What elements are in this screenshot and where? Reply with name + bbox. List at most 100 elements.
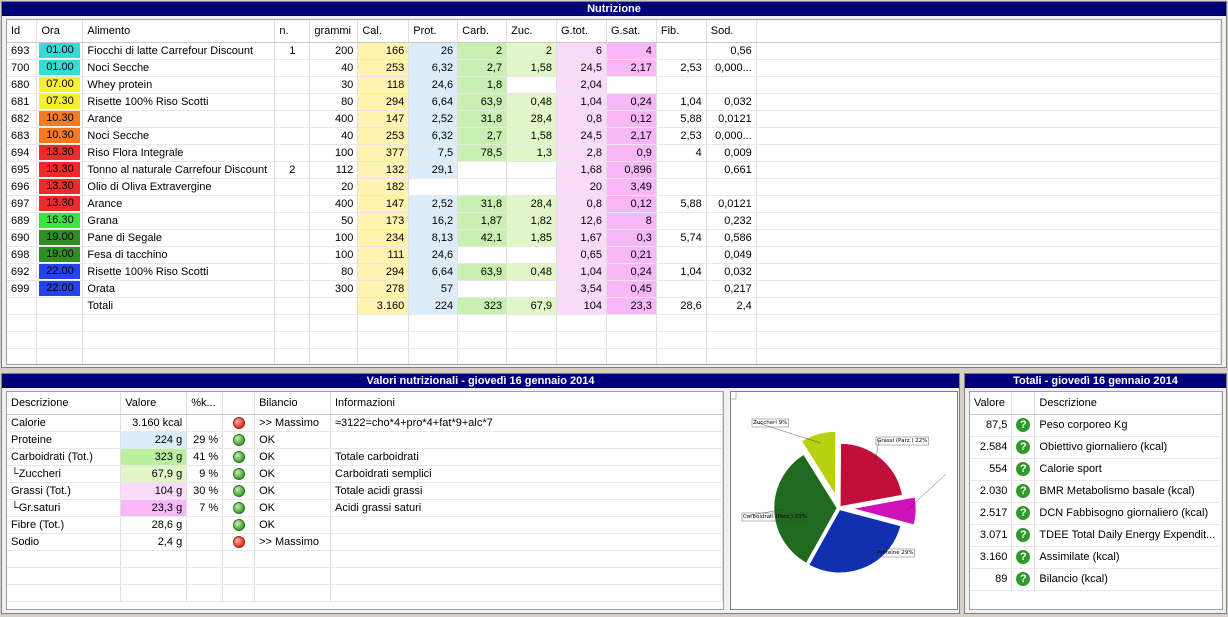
cell-fib[interactable]: 2,53 — [656, 59, 707, 77]
cell-carb[interactable]: 1,8 — [457, 76, 508, 94]
col-header-gtot[interactable]: G.tot. — [556, 20, 607, 43]
cell-n[interactable] — [274, 246, 311, 264]
help-question-icon[interactable]: ? — [1016, 418, 1031, 432]
cell-cal[interactable]: 234 — [357, 229, 410, 247]
cell-n[interactable] — [274, 280, 311, 298]
cell-help[interactable]: ? — [1011, 458, 1036, 481]
cell-id[interactable]: 694 — [7, 144, 38, 162]
cell-bilancio[interactable]: OK — [254, 431, 331, 449]
cell-alimento[interactable]: Olio di Oliva Extravergine — [82, 178, 276, 196]
cell-gtot[interactable]: 24,5 — [556, 59, 607, 77]
cell-gsat[interactable]: 3,49 — [606, 178, 657, 196]
cell-fib[interactable]: 1,04 — [656, 93, 707, 111]
cell-fib[interactable]: 1,04 — [656, 263, 707, 281]
cell-sod[interactable]: 0,032 — [706, 93, 757, 111]
cell-cal[interactable]: 294 — [357, 93, 410, 111]
cell-bilancio[interactable]: OK — [254, 499, 331, 517]
cell-fib[interactable] — [656, 246, 707, 264]
table-row[interactable]: 690 19.00 Pane di Segale 100 234 8,13 42,1 1,85… — [7, 229, 1221, 247]
table-row[interactable]: 694 13.30 Riso Flora Integrale 100 377 7,5 78,… — [7, 144, 1221, 162]
cell-sod[interactable]: 0,217 — [706, 280, 757, 298]
cell-informazioni[interactable] — [330, 516, 723, 534]
cell-zuc[interactable]: 1,85 — [506, 229, 558, 247]
help-question-icon[interactable]: ? — [1016, 528, 1031, 542]
cell-id[interactable]: 690 — [7, 229, 38, 247]
cell-gtot[interactable]: 24,5 — [556, 127, 607, 145]
cell-zuc[interactable] — [506, 76, 558, 94]
table-row[interactable]: Fibre (Tot.) 28,6 g OK — [7, 516, 723, 534]
cell-gtot[interactable]: 1,67 — [556, 229, 607, 247]
cell-descrizione[interactable]: Fibre (Tot.) — [7, 516, 122, 534]
cell-fib[interactable] — [656, 161, 707, 179]
cell-cal[interactable]: 294 — [357, 263, 410, 281]
cell-prot[interactable]: 6,64 — [408, 263, 459, 281]
table-row[interactable]: 2.584? Obiettivo giornaliero (kcal) — [970, 436, 1222, 459]
cell-grammi[interactable]: 200 — [309, 42, 359, 60]
totals-grid[interactable]: Valore Descrizione 87,5? Peso corporeo Kg… — [969, 391, 1223, 610]
table-row[interactable]: 699 22.00 Orata 300 278 57 3,54 0,45 0,217 — [7, 280, 1221, 298]
cell-informazioni[interactable]: Totale carboidrati — [330, 448, 723, 466]
cell-carb[interactable]: 2,7 — [457, 127, 508, 145]
cell-sod[interactable]: 0,0121 — [706, 110, 757, 128]
cell-cal[interactable]: 118 — [357, 76, 410, 94]
cell-valore[interactable]: 3.071 — [970, 524, 1013, 547]
cell-alimento[interactable]: Arance — [82, 110, 276, 128]
table-row[interactable]: 696 13.30 Olio di Oliva Extravergine 20 182 2… — [7, 178, 1221, 196]
table-row[interactable]: 692 22.00 Risette 100% Riso Scotti 80 294 6,6… — [7, 263, 1221, 281]
cell-pct[interactable]: 30 % — [186, 482, 224, 500]
cell-carb[interactable]: 31,8 — [457, 110, 508, 128]
cell-gsat[interactable] — [606, 76, 657, 94]
table-row[interactable]: 682 10.30 Arance 400 147 2,52 31,8 28,4 0,8 0,12 5… — [7, 110, 1221, 128]
cell-prot[interactable]: 2,52 — [408, 110, 459, 128]
cell-cal[interactable]: 147 — [357, 195, 410, 213]
cell-zuc[interactable]: 28,4 — [506, 195, 558, 213]
cell-zuc[interactable]: 1,3 — [506, 144, 558, 162]
cell-zuc[interactable] — [506, 161, 558, 179]
cell-ora[interactable]: 10.30 — [36, 127, 84, 145]
cell-cal[interactable]: 132 — [357, 161, 410, 179]
cell-fib[interactable]: 2,53 — [656, 127, 707, 145]
col-header-status[interactable] — [222, 392, 256, 415]
cell-help[interactable]: ? — [1011, 480, 1036, 503]
table-row[interactable]: 87,5? Peso corporeo Kg — [970, 414, 1222, 437]
cell-alimento[interactable]: Risette 100% Riso Scotti — [82, 93, 276, 111]
cell-valore[interactable]: 2.030 — [970, 480, 1013, 503]
cell-grammi[interactable]: 400 — [309, 110, 359, 128]
cell-prot[interactable]: 7,5 — [408, 144, 459, 162]
cell-fib[interactable]: 4 — [656, 144, 707, 162]
table-row[interactable]: 697 13.30 Arance 400 147 2,52 31,8 28,4 0,8 0,12 5… — [7, 195, 1221, 213]
cell-pct[interactable] — [186, 516, 224, 534]
col-header-cal[interactable]: Cal. — [357, 20, 410, 43]
cell-carb[interactable] — [457, 178, 508, 196]
cell-grammi[interactable]: 300 — [309, 280, 359, 298]
cell-gsat[interactable]: 0,9 — [606, 144, 657, 162]
table-row[interactable]: 89? Bilancio (kcal) — [970, 568, 1222, 591]
cell-gsat[interactable]: 0,896 — [606, 161, 657, 179]
cell-bilancio[interactable]: OK — [254, 482, 331, 500]
cell-id[interactable]: 683 — [7, 127, 38, 145]
table-row[interactable]: 683 10.30 Noci Secche 40 253 6,32 2,7 1,58 24,5 2… — [7, 127, 1221, 145]
cell-sod[interactable]: 0,232 — [706, 212, 757, 230]
cell-prot[interactable]: 57 — [408, 280, 459, 298]
cell-cal[interactable]: 166 — [357, 42, 410, 60]
cell-informazioni[interactable] — [330, 533, 723, 551]
cell-help[interactable]: ? — [1011, 436, 1036, 459]
cell-n[interactable]: 1 — [274, 42, 311, 60]
cell-carb[interactable]: 78,5 — [457, 144, 508, 162]
cell-alimento[interactable]: Pane di Segale — [82, 229, 276, 247]
help-question-icon[interactable]: ? — [1016, 572, 1031, 586]
cell-valore[interactable]: 224 g — [120, 431, 188, 449]
cell-n[interactable] — [274, 212, 311, 230]
cell-prot[interactable]: 16,2 — [408, 212, 459, 230]
cell-id[interactable]: 681 — [7, 93, 38, 111]
cell-ora[interactable]: 07.00 — [36, 76, 84, 94]
cell-status[interactable] — [222, 431, 256, 449]
cell-carb[interactable]: 2 — [457, 42, 508, 60]
cell-zuc[interactable]: 0,48 — [506, 263, 558, 281]
cell-fib[interactable] — [656, 42, 707, 60]
col-header-carb[interactable]: Carb. — [457, 20, 508, 43]
cell-valore[interactable]: 67,9 g — [120, 465, 188, 483]
col-header-valore[interactable]: Valore — [120, 392, 188, 415]
cell-gtot[interactable]: 6 — [556, 42, 607, 60]
cell-gsat[interactable]: 8 — [606, 212, 657, 230]
